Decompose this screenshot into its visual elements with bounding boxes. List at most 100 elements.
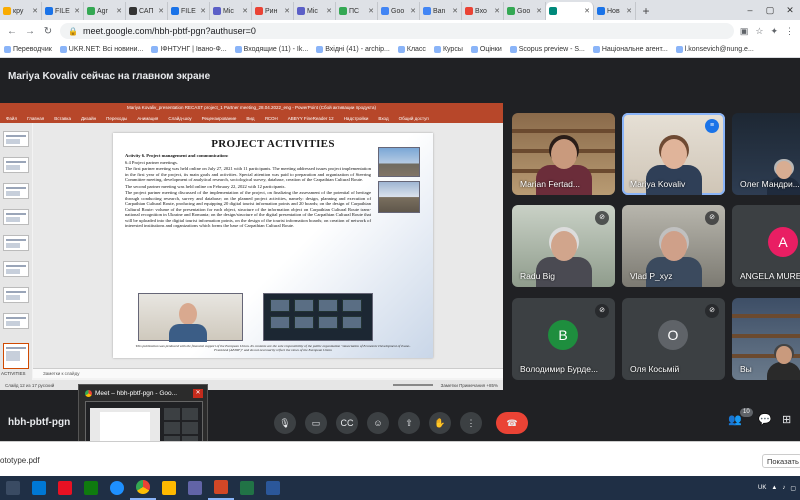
browser-tab[interactable]: Agr ✕: [84, 2, 126, 20]
participant-tile[interactable]: ⊘ Vlad P_xyz: [622, 205, 725, 287]
preview-close-button[interactable]: ✕: [193, 389, 203, 398]
bookmark-item[interactable]: Національне агент...: [592, 46, 668, 53]
tab-close-icon[interactable]: ✕: [284, 7, 290, 15]
tab-close-icon[interactable]: ✕: [452, 7, 458, 15]
taskbar-app[interactable]: [260, 476, 286, 500]
ribbon-tab[interactable]: Анимация: [137, 116, 158, 121]
close-icon[interactable]: ✕: [780, 0, 800, 20]
tab-close-icon[interactable]: ✕: [584, 7, 590, 15]
bookmark-item[interactable]: Оцінки: [470, 46, 502, 53]
taskbar-app[interactable]: [52, 476, 78, 500]
ribbon-tab[interactable]: Дизайн: [81, 116, 96, 121]
browser-tab[interactable]: Mic ✕: [294, 2, 336, 20]
download-item[interactable]: ototype.pdf: [0, 456, 40, 465]
slide-notes[interactable]: Заметки к слайду: [33, 368, 503, 378]
back-icon[interactable]: ←: [6, 26, 18, 37]
slide-thumbnail[interactable]: [3, 287, 29, 303]
bookmark-item[interactable]: l.konsevich@nung.e...: [675, 46, 754, 53]
slide-thumbnail-selected[interactable]: [3, 343, 29, 369]
maximize-icon[interactable]: ▢: [760, 0, 780, 20]
browser-tab[interactable]: FILE ✕: [42, 2, 84, 20]
zoom-slider[interactable]: [392, 384, 433, 386]
notification-icon[interactable]: ▢: [790, 485, 796, 492]
participant-tile[interactable]: Marian Fertad...: [512, 113, 615, 195]
ribbon-tab[interactable]: Общий доступ: [399, 116, 429, 121]
bookmark-item[interactable]: Scopus preview - S...: [509, 46, 585, 53]
ribbon-tab[interactable]: Вход: [378, 116, 388, 121]
taskbar-app[interactable]: [234, 476, 260, 500]
browser-tab[interactable]: Рин ✕: [252, 2, 294, 20]
ribbon-tab[interactable]: Переходы: [106, 116, 127, 121]
tab-close-icon[interactable]: ✕: [116, 7, 122, 15]
ribbon-tab[interactable]: ЯСОН: [265, 116, 278, 121]
chat-icon[interactable]: 💬: [758, 413, 772, 426]
tab-close-icon[interactable]: ✕: [32, 7, 38, 15]
tab-close-icon[interactable]: ✕: [410, 7, 416, 15]
network-icon[interactable]: ▲: [771, 485, 777, 491]
browser-tab[interactable]: Goo ✕: [504, 2, 546, 20]
slide-thumbnail[interactable]: [3, 313, 29, 329]
taskbar-app[interactable]: [104, 476, 130, 500]
tab-meet-active[interactable]: ✕: [546, 2, 594, 20]
taskbar-powerpoint[interactable]: [208, 476, 234, 500]
ribbon-tab[interactable]: Слайд-шоу: [168, 116, 191, 121]
lang-indicator[interactable]: UK: [758, 485, 766, 491]
taskbar-app[interactable]: [156, 476, 182, 500]
taskbar-app[interactable]: [26, 476, 52, 500]
bookmark-item[interactable]: UKR.NET: Всі новини...: [59, 46, 143, 53]
menu-icon[interactable]: ⋮: [785, 26, 794, 37]
activities-icon[interactable]: ⊞: [782, 413, 791, 426]
taskbar-app[interactable]: [78, 476, 104, 500]
participant-tile[interactable]: Олег Мандри...: [732, 113, 800, 195]
tab-close-icon[interactable]: ✕: [326, 7, 332, 15]
tab-close-icon[interactable]: ✕: [368, 7, 374, 15]
present-button[interactable]: ⇧: [398, 412, 420, 434]
bookmark-item[interactable]: Курсы: [433, 46, 463, 53]
tab-close-icon[interactable]: ✕: [626, 7, 632, 15]
browser-tab[interactable]: FILE ✕: [168, 2, 210, 20]
bookmark-star-icon[interactable]: ☆: [755, 26, 763, 37]
volume-icon[interactable]: ♪: [782, 485, 785, 491]
ribbon-tab[interactable]: Надстройки: [344, 116, 369, 121]
participant-tile[interactable]: A⊘ANGELA MURE...: [732, 205, 800, 287]
slide-thumbnail[interactable]: [3, 131, 29, 147]
show-all-button[interactable]: Показать: [762, 454, 800, 468]
bookmark-item[interactable]: Класс: [397, 46, 426, 53]
browser-tab[interactable]: ПС ✕: [336, 2, 378, 20]
browser-tab[interactable]: Нов ✕: [594, 2, 636, 20]
ribbon-tab[interactable]: Файл: [6, 116, 17, 121]
slide-thumbnail[interactable]: [3, 261, 29, 277]
slide-thumbnail[interactable]: [3, 235, 29, 251]
slide-thumbnail[interactable]: [3, 157, 29, 173]
participant-tile[interactable]: О ⊘ Оля Косьмій: [622, 298, 725, 380]
browser-tab[interactable]: САП ✕: [126, 2, 168, 20]
bookmark-item[interactable]: Вхідні (41) - archip...: [316, 46, 390, 53]
mic-button[interactable]: 🎙: [274, 412, 296, 434]
browser-tab[interactable]: Ban ✕: [420, 2, 462, 20]
reactions-button[interactable]: ☺: [367, 412, 389, 434]
ribbon-tab[interactable]: Вставка: [54, 116, 71, 121]
tab-close-icon[interactable]: ✕: [536, 7, 542, 15]
camera-indicator-icon[interactable]: ▣: [740, 26, 749, 37]
browser-tab[interactable]: Вхо ✕: [462, 2, 504, 20]
taskbar-search[interactable]: [0, 476, 26, 500]
bookmark-item[interactable]: ІФНТУНГ | Івано-Ф...: [151, 46, 227, 53]
tab-close-icon[interactable]: ✕: [158, 7, 164, 15]
minimize-icon[interactable]: –: [740, 0, 760, 20]
slide-thumbnail[interactable]: [3, 183, 29, 199]
leave-call-button[interactable]: ☎: [496, 412, 528, 434]
ribbon-tab[interactable]: Рецензирование: [202, 116, 237, 121]
browser-tab[interactable]: Goo ✕: [378, 2, 420, 20]
raise-hand-button[interactable]: ✋: [429, 412, 451, 434]
participant-tile[interactable]: ⊘Вы: [732, 298, 800, 380]
tab-close-icon[interactable]: ✕: [242, 7, 248, 15]
ribbon-tab[interactable]: ABBYY FineReader 12: [288, 116, 334, 121]
participant-tile[interactable]: В ⊘ Володимир Бурде...: [512, 298, 615, 380]
tab-close-icon[interactable]: ✕: [494, 7, 500, 15]
browser-tab[interactable]: кру ✕: [0, 2, 42, 20]
forward-icon[interactable]: →: [24, 26, 36, 37]
captions-button[interactable]: CC: [336, 412, 358, 434]
people-icon[interactable]: 👥: [728, 413, 742, 426]
browser-tab[interactable]: Mic ✕: [210, 2, 252, 20]
bookmark-item[interactable]: Входящие (11) - Ik...: [234, 46, 308, 53]
